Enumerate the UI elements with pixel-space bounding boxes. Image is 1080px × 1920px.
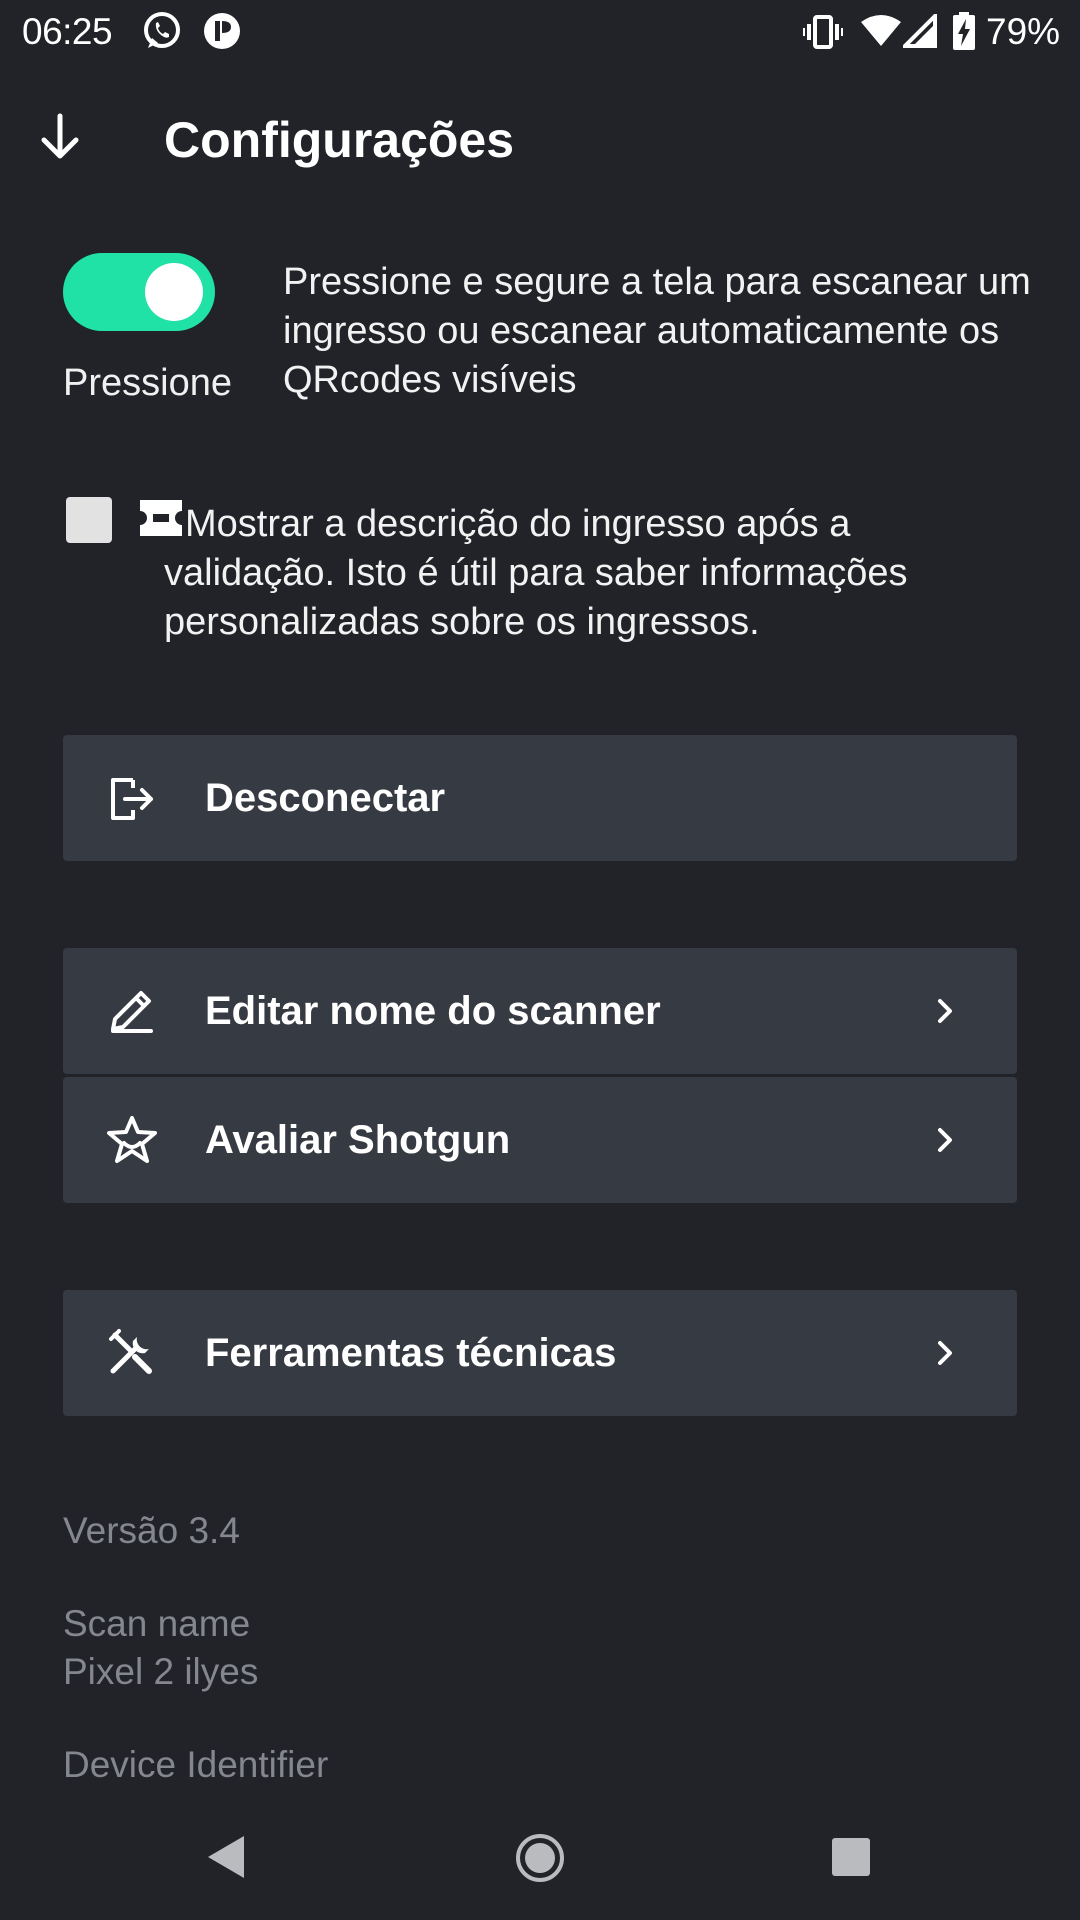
press-toggle[interactable] <box>63 253 215 331</box>
scan-name-label: Scan name <box>63 1603 251 1644</box>
toggle-knob <box>145 263 203 321</box>
battery-percentage: 79% <box>986 11 1061 52</box>
pencil-icon <box>105 985 157 1037</box>
wifi-icon <box>861 14 901 48</box>
show-description-line1: Mostrar a descrição do ingresso após a <box>185 503 851 545</box>
signal-icon <box>903 14 937 48</box>
nav-home-icon[interactable] <box>515 1833 565 1883</box>
scan-name-value: Pixel 2 ilyes <box>63 1651 259 1692</box>
disconnect-label: Desconectar <box>205 776 446 820</box>
app-notification-icon <box>201 10 243 52</box>
whatsapp-icon <box>142 10 182 52</box>
technical-tools-button[interactable]: Ferramentas técnicas <box>63 1290 1017 1416</box>
logout-icon <box>105 772 157 824</box>
tools-icon <box>105 1327 157 1379</box>
edit-scanner-name-label: Editar nome do scanner <box>205 989 661 1033</box>
show-description-text: Mostrar a descrição do ingresso após a v… <box>164 500 1045 647</box>
arrow-down-icon[interactable] <box>36 112 84 164</box>
status-time: 06:25 <box>22 11 113 52</box>
rate-shotgun-button[interactable]: Avaliar Shotgun <box>63 1077 1017 1203</box>
press-setting-description: Pressione e segure a tela para escanear … <box>283 261 1031 401</box>
chevron-right-icon <box>935 1338 955 1368</box>
status-bar: 06:25 79% <box>0 0 1080 64</box>
show-description-checkbox[interactable] <box>66 497 112 543</box>
show-description-rest: validação. Isto é útil para saber inform… <box>164 552 908 643</box>
toggle-caption: Pressione <box>63 362 232 404</box>
version-text: Versão 3.4 <box>63 1510 240 1551</box>
nav-recents-icon[interactable] <box>831 1837 871 1877</box>
rate-shotgun-label: Avaliar Shotgun <box>205 1118 511 1162</box>
chevron-right-icon <box>935 1125 955 1155</box>
vibrate-icon <box>803 14 843 50</box>
edit-scanner-name-button[interactable]: Editar nome do scanner <box>63 948 1017 1074</box>
chevron-right-icon <box>935 996 955 1026</box>
star-icon <box>105 1114 159 1166</box>
nav-back-icon[interactable] <box>204 1834 246 1880</box>
page-title: Configurações <box>164 112 515 168</box>
battery-charging-icon <box>952 10 976 52</box>
device-identifier-label: Device Identifier <box>63 1744 329 1785</box>
technical-tools-label: Ferramentas técnicas <box>205 1331 617 1375</box>
ticket-icon <box>140 500 182 536</box>
disconnect-button[interactable]: Desconectar <box>63 735 1017 861</box>
